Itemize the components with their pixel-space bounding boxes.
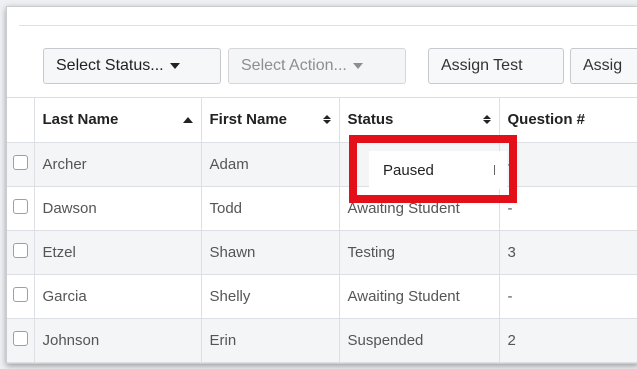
text-cursor-icon	[494, 165, 495, 175]
status-edit-field[interactable]: Paused	[369, 151, 507, 189]
select-action-dropdown[interactable]: Select Action...	[228, 48, 406, 84]
row-checkbox-cell	[7, 186, 35, 231]
last-name-cell: Johnson	[34, 318, 202, 363]
caret-down-icon	[352, 63, 363, 69]
toolbar-divider	[19, 25, 637, 26]
row-checkbox-cell	[7, 318, 35, 363]
table-row[interactable]: Garcia Shelly Awaiting Student -	[7, 274, 637, 319]
first-name-cell: Shawn	[201, 230, 340, 275]
status-header-label: Status	[347, 111, 394, 129]
toolbar: Select Status... Select Action... Assign…	[7, 7, 637, 98]
status-cell: Testing	[339, 230, 500, 275]
first-name-cell: Erin	[201, 318, 340, 363]
assign-test-label: Assign Test	[441, 57, 523, 74]
first-name-cell: Todd	[201, 186, 340, 231]
last-name-cell: Garcia	[34, 274, 202, 319]
row-checkbox[interactable]	[12, 155, 28, 171]
status-cell: Awaiting Student	[339, 274, 500, 319]
sort-ascending-icon	[182, 116, 193, 123]
question-header[interactable]: Question #	[499, 98, 637, 143]
status-edit-value: Paused	[383, 161, 434, 179]
assign-button-partial[interactable]: Assig	[570, 48, 637, 84]
question-cell: -	[499, 274, 637, 319]
last-name-cell: Dawson	[34, 186, 202, 231]
row-checkbox[interactable]	[12, 287, 28, 303]
last-name-header-label: Last Name	[42, 111, 119, 129]
student-test-panel: Select Status... Select Action... Assign…	[6, 6, 637, 364]
table-row[interactable]: Johnson Erin Suspended 2	[7, 318, 637, 363]
status-cell: Awaiting Student	[339, 186, 500, 231]
status-cell: Suspended	[339, 318, 500, 363]
row-checkbox-cell	[7, 142, 35, 187]
first-name-cell: Adam	[201, 142, 340, 187]
select-status-dropdown[interactable]: Select Status...	[43, 48, 221, 84]
question-cell: -	[499, 186, 637, 231]
students-table: Last Name First Name Status Question # A…	[7, 98, 637, 363]
question-cell: -	[499, 142, 637, 187]
table-row[interactable]: Etzel Shawn Testing 3	[7, 230, 637, 275]
first-name-header-label: First Name	[209, 111, 288, 129]
last-name-cell: Etzel	[34, 230, 202, 275]
assign-test-button[interactable]: Assign Test	[428, 48, 564, 84]
status-header[interactable]: Status	[339, 98, 500, 143]
sort-icon	[482, 115, 491, 125]
row-checkbox-cell	[7, 274, 35, 319]
row-checkbox[interactable]	[12, 331, 28, 347]
question-cell: 2	[499, 318, 637, 363]
table-row[interactable]: Archer Adam -	[7, 142, 637, 187]
question-header-label: Question #	[507, 111, 586, 129]
sort-icon	[322, 115, 331, 125]
table-row[interactable]: Dawson Todd Awaiting Student -	[7, 186, 637, 231]
question-cell: 3	[499, 230, 637, 275]
last-name-header[interactable]: Last Name	[34, 98, 202, 143]
row-checkbox[interactable]	[12, 199, 28, 215]
caret-down-icon	[169, 63, 180, 69]
table-header-row: Last Name First Name Status Question #	[7, 98, 637, 143]
select-status-label: Select Status...	[56, 57, 164, 74]
first-name-cell: Shelly	[201, 274, 340, 319]
last-name-cell: Archer	[34, 142, 202, 187]
assign-partial-label: Assig	[583, 57, 623, 74]
row-checkbox-cell	[7, 230, 35, 275]
row-checkbox[interactable]	[12, 243, 28, 259]
select-column-header	[7, 98, 35, 143]
select-action-label: Select Action...	[241, 57, 347, 74]
first-name-header[interactable]: First Name	[201, 98, 340, 143]
